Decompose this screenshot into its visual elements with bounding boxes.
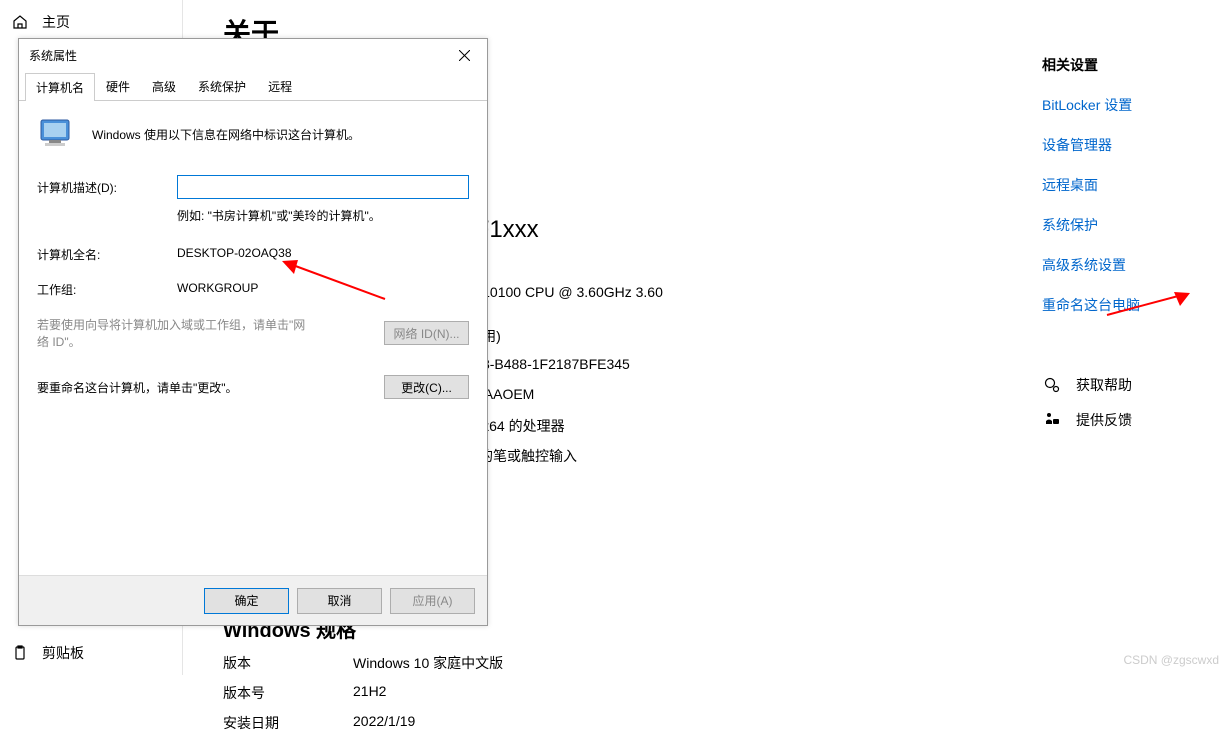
related-settings: 相关设置 BitLocker 设置 设备管理器 远程桌面 系统保护 高级系统设置…	[1042, 0, 1227, 675]
link-rename-pc[interactable]: 重命名这台电脑	[1042, 295, 1212, 315]
close-icon	[459, 50, 470, 61]
nav-home-label: 主页	[42, 12, 70, 32]
join-domain-text: 若要使用向导将计算机加入域或工作组，请单击"网络 ID"。	[37, 316, 317, 350]
win-ver-l: 版本号	[223, 683, 353, 703]
win-date-l: 安装日期	[223, 713, 353, 733]
change-button[interactable]: 更改(C)...	[384, 375, 469, 399]
tab-computer-name[interactable]: 计算机名	[25, 73, 95, 101]
dialog-intro: Windows 使用以下信息在网络中标识这台计算机。	[92, 126, 360, 143]
dialog-title: 系统属性	[29, 47, 77, 64]
ok-button[interactable]: 确定	[204, 588, 289, 614]
feedback-label: 提供反馈	[1076, 410, 1132, 430]
apply-button[interactable]: 应用(A)	[390, 588, 475, 614]
full-name-value: DESKTOP-02OAQ38	[177, 246, 292, 263]
dialog-body: Windows 使用以下信息在网络中标识这台计算机。 计算机描述(D): 例如:…	[19, 100, 487, 580]
nav-clipboard[interactable]: 剪贴板	[0, 631, 182, 675]
cancel-button[interactable]: 取消	[297, 588, 382, 614]
related-heading: 相关设置	[1042, 55, 1212, 75]
description-label: 计算机描述(D):	[37, 179, 177, 196]
workgroup-label: 工作组:	[37, 281, 177, 298]
feedback-icon	[1042, 412, 1062, 428]
description-input[interactable]	[177, 175, 469, 199]
tab-system-protection[interactable]: 系统保护	[187, 72, 257, 100]
system-properties-dialog: 系统属性 计算机名 硬件 高级 系统保护 远程 Windows 使用以下信息在网…	[18, 38, 488, 626]
get-help-link[interactable]: 获取帮助	[1042, 375, 1212, 395]
win-ver-v: 21H2	[353, 683, 693, 703]
rename-text: 要重命名这台计算机，请单击"更改"。	[37, 379, 238, 396]
description-example: 例如: "书房计算机"或"美玲的计算机"。	[177, 207, 469, 224]
dialog-titlebar[interactable]: 系统属性	[19, 39, 487, 71]
win-date-v: 2022/1/19	[353, 713, 693, 733]
help-icon	[1042, 377, 1062, 393]
dialog-footer: 确定 取消 应用(A)	[19, 575, 487, 625]
win-edition-l: 版本	[223, 653, 353, 673]
link-device-manager[interactable]: 设备管理器	[1042, 135, 1212, 155]
nav-clipboard-label: 剪贴板	[42, 643, 84, 663]
link-advanced-system[interactable]: 高级系统设置	[1042, 255, 1212, 275]
computer-icon	[37, 118, 77, 150]
home-icon	[12, 14, 28, 30]
full-name-label: 计算机全名:	[37, 246, 177, 263]
link-remote-desktop[interactable]: 远程桌面	[1042, 175, 1212, 195]
win-edition-v: Windows 10 家庭中文版	[353, 653, 693, 673]
get-help-label: 获取帮助	[1076, 375, 1132, 395]
tab-hardware[interactable]: 硬件	[95, 72, 141, 100]
close-button[interactable]	[442, 39, 487, 71]
link-system-protection[interactable]: 系统保护	[1042, 215, 1212, 235]
feedback-link[interactable]: 提供反馈	[1042, 410, 1212, 430]
network-id-button[interactable]: 网络 ID(N)...	[384, 321, 469, 345]
clipboard-icon	[12, 645, 28, 661]
workgroup-value: WORKGROUP	[177, 281, 258, 298]
link-bitlocker[interactable]: BitLocker 设置	[1042, 95, 1212, 115]
dialog-tabs: 计算机名 硬件 高级 系统保护 远程	[19, 72, 487, 101]
tab-remote[interactable]: 远程	[257, 72, 303, 100]
tab-advanced[interactable]: 高级	[141, 72, 187, 100]
